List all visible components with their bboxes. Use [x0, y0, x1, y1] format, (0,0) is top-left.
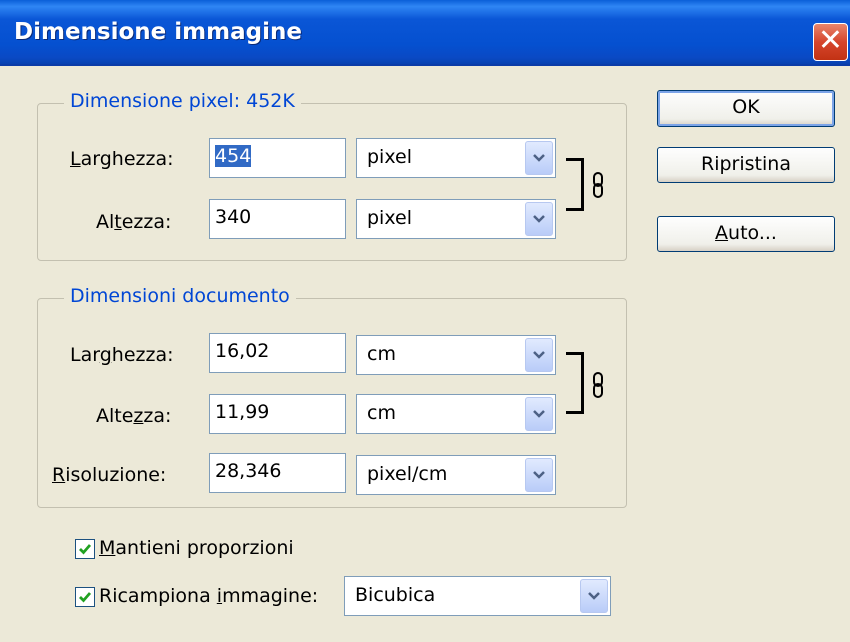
resolution-input[interactable]: 28,346: [209, 453, 346, 493]
constrain-proportions-label[interactable]: Mantieni proporzioni: [99, 537, 294, 559]
auto-button[interactable]: Auto...: [657, 216, 835, 252]
doc-height-unit-select[interactable]: cm: [356, 394, 556, 434]
pixel-height-input[interactable]: 340: [209, 199, 346, 239]
resolution-label: Risoluzione:: [52, 464, 167, 486]
dropdown-arrow-button[interactable]: [525, 458, 553, 492]
doc-width-value: 16,02: [215, 340, 270, 362]
auto-button-label: Auto...: [715, 222, 777, 244]
dropdown-arrow-button[interactable]: [525, 397, 553, 431]
ok-button[interactable]: OK: [657, 90, 835, 127]
ok-button-label: OK: [732, 96, 760, 118]
window-title: Dimensione immagine: [14, 19, 302, 45]
pixel-height-label: Altezza:: [96, 211, 172, 233]
doc-width-unit-select[interactable]: cm: [356, 335, 556, 375]
resample-image-label[interactable]: Ricampiona immagine:: [99, 585, 318, 607]
chain-link-icon: [593, 172, 603, 198]
resolution-unit-value: pixel/cm: [367, 463, 448, 485]
pixel-width-input[interactable]: 454: [209, 138, 346, 178]
checkmark-icon: [79, 544, 92, 555]
constrain-bracket: [566, 158, 584, 211]
reset-button-label: Ripristina: [701, 153, 791, 175]
chevron-down-icon: [588, 592, 600, 600]
title-bar[interactable]: Dimensione immagine ✕: [0, 0, 850, 66]
pixel-width-unit-value: pixel: [367, 146, 412, 168]
chevron-down-icon: [533, 410, 545, 418]
constrain-bracket: [566, 352, 584, 414]
doc-width-label: Larghezza:: [70, 344, 174, 366]
chevron-down-icon: [533, 471, 545, 479]
chevron-down-icon: [533, 215, 545, 223]
dropdown-arrow-button[interactable]: [525, 141, 553, 175]
pixel-height-unit-value: pixel: [367, 207, 412, 229]
chevron-down-icon: [533, 351, 545, 359]
constrain-proportions-checkbox[interactable]: [75, 539, 95, 559]
doc-height-value: 11,99: [215, 401, 270, 423]
close-button[interactable]: ✕: [813, 23, 848, 61]
pixel-width-unit-select[interactable]: pixel: [356, 138, 556, 178]
pixel-height-value: 340: [215, 206, 252, 228]
pixel-dimensions-legend: Dimensione pixel: 452K: [64, 90, 301, 112]
doc-height-unit-value: cm: [367, 402, 396, 424]
doc-height-label: Altezza:: [96, 405, 172, 427]
chevron-down-icon: [533, 154, 545, 162]
doc-width-input[interactable]: 16,02: [209, 333, 346, 373]
checkmark-icon: [79, 592, 92, 603]
doc-height-input[interactable]: 11,99: [209, 394, 346, 434]
document-size-legend: Dimensioni documento: [64, 285, 296, 307]
resample-image-checkbox[interactable]: [75, 587, 95, 607]
reset-button[interactable]: Ripristina: [657, 147, 835, 183]
pixel-height-unit-select[interactable]: pixel: [356, 199, 556, 239]
resolution-value: 28,346: [215, 460, 282, 482]
close-icon: ✕: [817, 23, 844, 58]
chain-link-icon: [593, 372, 603, 398]
dropdown-arrow-button[interactable]: [525, 202, 553, 236]
dropdown-arrow-button[interactable]: [525, 338, 553, 372]
dropdown-arrow-button[interactable]: [580, 579, 608, 613]
resample-method-value: Bicubica: [355, 584, 436, 606]
resample-method-select[interactable]: Bicubica: [344, 576, 611, 616]
pixel-width-label: Larghezza:: [70, 148, 174, 170]
resolution-unit-select[interactable]: pixel/cm: [356, 455, 556, 495]
pixel-width-value: 454: [215, 145, 252, 167]
doc-width-unit-value: cm: [367, 343, 396, 365]
